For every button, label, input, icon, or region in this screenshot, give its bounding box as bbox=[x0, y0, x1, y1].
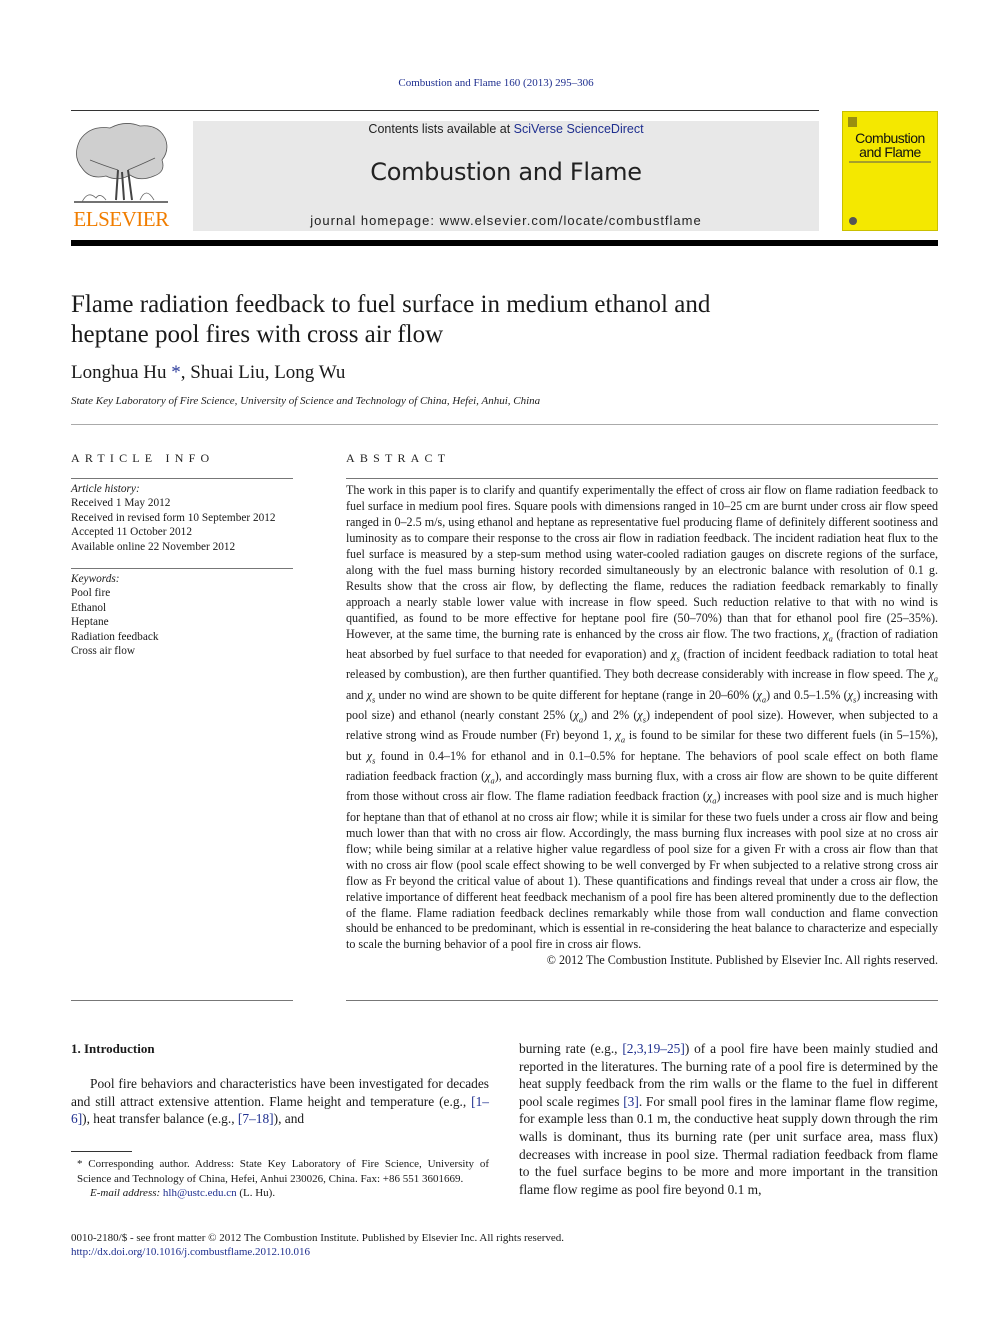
intro-text: ), and bbox=[273, 1111, 305, 1127]
cover-seal-icon bbox=[849, 217, 857, 225]
abstract-copyright: © 2012 The Combustion Institute. Publish… bbox=[546, 953, 938, 968]
history-item: Available online 22 November 2012 bbox=[71, 540, 236, 553]
chi-s-symbol: χs bbox=[637, 708, 647, 725]
citation-link[interactable]: Combustion and Flame 160 (2013) 295–306 bbox=[398, 77, 593, 89]
abstract-heading: ABSTRACT bbox=[346, 451, 451, 465]
email-label: E-mail address: bbox=[90, 1187, 161, 1200]
chi-a-symbol: χa bbox=[485, 769, 495, 786]
chi-subscript: a bbox=[933, 673, 938, 684]
author-name: Long Wu bbox=[274, 362, 346, 383]
keywords-label: Keywords: bbox=[71, 573, 120, 585]
homepage-prefix: journal homepage: bbox=[310, 213, 440, 228]
intro-text: Pool fire behaviors and characteristics … bbox=[71, 1076, 489, 1109]
abstract-text: under no wind are shown to be quite diff… bbox=[375, 687, 757, 702]
reference-link[interactable]: [3] bbox=[623, 1094, 639, 1109]
cover-title-line1: Combustion bbox=[855, 130, 925, 146]
footnote: * Corresponding author. Address: State K… bbox=[71, 1157, 489, 1201]
author-name: Shuai Liu bbox=[190, 362, 265, 383]
history-item: Received 1 May 2012 bbox=[71, 497, 171, 510]
chi-a-symbol: χa bbox=[928, 667, 938, 684]
abstract-bottom-rule bbox=[346, 1000, 938, 1001]
article-info-heading: ARTICLE INFO bbox=[71, 451, 215, 465]
header-thick-rule bbox=[71, 240, 938, 246]
footnote-text: Corresponding author. Address: State Key… bbox=[77, 1158, 489, 1185]
abstract-rule bbox=[346, 478, 938, 479]
cover-title-line2: and Flame bbox=[859, 144, 921, 160]
email-link[interactable]: hlh@ustc.edu.cn bbox=[163, 1187, 237, 1199]
abstract-text: The work in this paper is to clarify and… bbox=[346, 483, 938, 641]
journal-name: Combustion and Flame bbox=[370, 158, 642, 186]
article-history: Article history: Received 1 May 2012 Rec… bbox=[71, 482, 293, 554]
email-suffix: (L. Hu). bbox=[236, 1187, 276, 1200]
corresponding-author-marker[interactable]: * bbox=[171, 362, 181, 383]
abstract-body: The work in this paper is to clarify and… bbox=[346, 483, 938, 969]
homepage-url[interactable]: www.elsevier.com/locate/combustflame bbox=[440, 213, 702, 228]
email-line: E-mail address: hlh@ustc.edu.cn (L. Hu). bbox=[71, 1186, 489, 1201]
footnote-rule bbox=[71, 1151, 132, 1152]
intro-paragraph: Pool fire behaviors and characteristics … bbox=[71, 1075, 489, 1128]
section-heading-introduction: 1. Introduction bbox=[71, 1041, 155, 1056]
reference-link[interactable]: [2,3,19–25] bbox=[622, 1041, 684, 1056]
chi-a-symbol: χa bbox=[615, 728, 626, 745]
intro-text: . For small pool fires in the laminar fl… bbox=[519, 1093, 939, 1197]
author-separator: , bbox=[264, 362, 275, 383]
history-item: Received in revised form 10 September 20… bbox=[71, 511, 276, 524]
elsevier-logo[interactable]: ELSEVIER bbox=[70, 120, 172, 232]
abstract-text: ) and 0.5–1.5% ( bbox=[766, 687, 848, 702]
elsevier-wordmark: ELSEVIER bbox=[73, 207, 169, 231]
title-divider bbox=[71, 424, 938, 425]
keyword: Ethanol bbox=[71, 601, 107, 614]
article-info-bottom-rule bbox=[71, 1000, 293, 1001]
reference-link[interactable]: [7–18] bbox=[238, 1111, 274, 1126]
issn-line: 0010-2180/$ - see front matter © 2012 Th… bbox=[71, 1232, 564, 1244]
contents-prefix: Contents lists available at bbox=[368, 122, 514, 136]
keywords-rule bbox=[71, 568, 293, 569]
journal-cover-thumbnail[interactable]: Combustion and Flame bbox=[842, 111, 938, 231]
cover-publisher-icon bbox=[848, 117, 857, 127]
abstract-text: and bbox=[346, 687, 367, 702]
abstract-text: ) increases with pool size and is much h… bbox=[346, 789, 938, 952]
chi-a-symbol: χa bbox=[706, 789, 717, 806]
keywords: Keywords: Pool fire Ethanol Heptane Radi… bbox=[71, 572, 293, 658]
contents-line: Contents lists available at SciVerse Sci… bbox=[193, 121, 819, 136]
author-affiliation: State Key Laboratory of Fire Science, Un… bbox=[71, 395, 541, 407]
chi-a-symbol: χa bbox=[823, 626, 833, 643]
chi-a-symbol: χa bbox=[756, 687, 767, 705]
intro-column-right: burning rate (e.g., [2,3,19–25]) of a po… bbox=[519, 1040, 938, 1198]
intro-text: ), heat transfer balance (e.g., bbox=[82, 1111, 238, 1127]
doi-link[interactable]: http://dx.doi.org/10.1016/j.combustflame… bbox=[71, 1246, 310, 1258]
journal-banner: Contents lists available at SciVerse Sci… bbox=[193, 121, 819, 231]
abstract-paragraph: The work in this paper is to clarify and… bbox=[346, 483, 938, 953]
abstract-text: ) and 2% ( bbox=[583, 708, 638, 723]
cover-subtitle-bar bbox=[849, 161, 931, 163]
history-label: Article history: bbox=[71, 483, 140, 495]
intro-paragraph: burning rate (e.g., [2,3,19–25]) of a po… bbox=[519, 1040, 938, 1198]
article-title: Flame radiation feedback to fuel surface… bbox=[71, 291, 711, 348]
chi-a-symbol: χa bbox=[573, 708, 584, 725]
corresponding-author-note: * Corresponding author. Address: State K… bbox=[71, 1157, 489, 1186]
author-list: Longhua Hu *, Shuai Liu, Long Wu bbox=[71, 362, 345, 384]
history-item: Accepted 11 October 2012 bbox=[71, 526, 192, 539]
author-name: Longhua Hu bbox=[71, 362, 167, 383]
intro-text: burning rate (e.g., bbox=[519, 1041, 623, 1056]
front-matter: 0010-2180/$ - see front matter © 2012 Th… bbox=[71, 1231, 771, 1260]
author-separator: , bbox=[180, 362, 191, 383]
header-top-rule bbox=[71, 110, 819, 111]
article-info-rule bbox=[71, 478, 293, 479]
elsevier-tree-icon bbox=[74, 123, 168, 203]
keyword: Pool fire bbox=[71, 587, 111, 600]
intro-column-left: Pool fire behaviors and characteristics … bbox=[71, 1075, 489, 1128]
keyword: Cross air flow bbox=[71, 645, 136, 658]
journal-citation[interactable]: Combustion and Flame 160 (2013) 295–306 bbox=[0, 77, 992, 89]
chi-s-symbol: χs bbox=[671, 646, 680, 664]
keyword: Heptane bbox=[71, 616, 109, 629]
keyword: Radiation feedback bbox=[71, 630, 159, 643]
cover-title: Combustion and Flame bbox=[843, 131, 937, 159]
journal-homepage: journal homepage: www.elsevier.com/locat… bbox=[193, 213, 819, 228]
sciencedirect-link[interactable]: SciVerse ScienceDirect bbox=[514, 122, 644, 136]
